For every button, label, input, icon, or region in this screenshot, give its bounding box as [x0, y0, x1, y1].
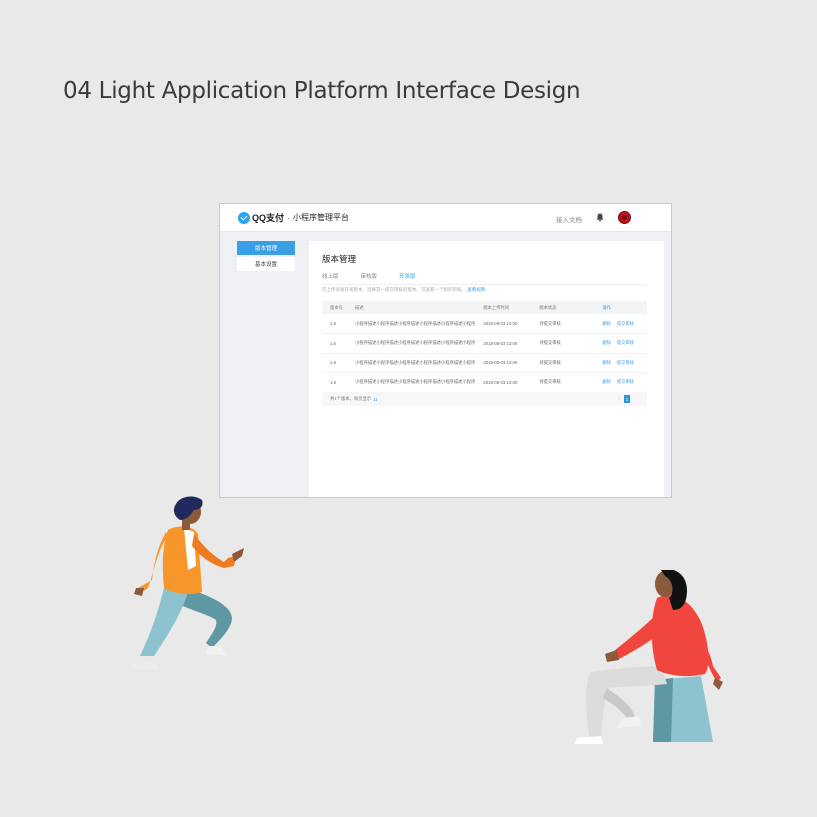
- sitting-person-illustration: [575, 570, 723, 744]
- pager-current-page[interactable]: 1: [624, 395, 630, 403]
- cell-status: 待提交审核: [539, 320, 561, 326]
- cell-version: 1.6: [330, 360, 336, 366]
- main-card: 版本管理 线上版 审核版 开发版 可上传多版开发版本，选择其一提交审核的版本，可…: [309, 241, 664, 497]
- delete-button[interactable]: 删除: [602, 360, 611, 365]
- cell-status: 待提交审核: [539, 379, 561, 385]
- hint-text: 可上传多版开发版本，选择其一提交审核的版本，可查看一个新的审核。 查看规则: [322, 287, 485, 293]
- sidebar-item-basic-settings[interactable]: 基本设置: [237, 257, 295, 271]
- tabs-divider: [322, 284, 647, 285]
- cell-actions: 删除 提交审核: [594, 314, 647, 334]
- header-status: 版本状态: [539, 304, 557, 310]
- cell-description: 小程序描述小程序描述小程序描述小程序描述小程序描述小程序: [355, 340, 476, 346]
- table-footer: 共1个版本，每页显示 11 ‹ 1: [322, 392, 647, 406]
- submit-review-button[interactable]: 提交审核: [617, 379, 634, 384]
- cell-version: 1.6: [330, 379, 336, 385]
- version-table: 版本号 描述 版本上传时间 版本状态 操作 1.6 小程序描述小程序描述小程序描…: [322, 301, 647, 393]
- logo-separator: ·: [287, 212, 291, 223]
- cell-description: 小程序描述小程序描述小程序描述小程序描述小程序描述小程序: [355, 320, 476, 326]
- table-header-row: 版本号 描述 版本上传时间 版本状态 操作: [322, 301, 647, 314]
- submit-review-button[interactable]: 提交审核: [617, 340, 634, 345]
- table-row: 1.6 小程序描述小程序描述小程序描述小程序描述小程序描述小程序 2018-08…: [322, 353, 647, 373]
- cell-status: 待提交审核: [539, 340, 561, 346]
- delete-button[interactable]: 删除: [602, 321, 611, 326]
- cell-time: 2018-08-03 13:00: [483, 340, 518, 346]
- qq-pay-logo-icon: [238, 211, 250, 224]
- cell-version: 1.6: [330, 340, 336, 346]
- page-size-select[interactable]: 11: [373, 397, 377, 402]
- hint-message: 可上传多版开发版本，选择其一提交审核的版本，可查看一个新的审核。: [322, 287, 466, 292]
- footer-text: 共1个版本，每页显示: [330, 396, 372, 401]
- cell-description: 小程序描述小程序描述小程序描述小程序描述小程序描述小程序: [355, 379, 476, 385]
- submit-review-button[interactable]: 提交审核: [617, 360, 634, 365]
- hint-rules-link[interactable]: 查看规则: [467, 287, 485, 292]
- top-bar: QQ支付 · 小程序管理平台 接入文档: [220, 204, 671, 232]
- header-description: 描述: [355, 304, 364, 310]
- header-upload-time: 版本上传时间: [483, 304, 510, 310]
- app-window: QQ支付 · 小程序管理平台 接入文档 版本管理 基本设置 版本管理 线上版 审…: [219, 203, 672, 498]
- header-version: 版本号: [330, 304, 343, 310]
- submit-review-button[interactable]: 提交审核: [617, 321, 634, 326]
- cell-actions: 删除 提交审核: [594, 353, 647, 373]
- table-row: 1.6 小程序描述小程序描述小程序描述小程序描述小程序描述小程序 2018-08…: [322, 334, 647, 354]
- header-actions: 操作: [602, 304, 611, 310]
- avatar[interactable]: [618, 211, 631, 224]
- cell-description: 小程序描述小程序描述小程序描述小程序描述小程序描述小程序: [355, 359, 476, 365]
- sidebar-item-version-management[interactable]: 版本管理: [237, 241, 295, 255]
- logo-brand: QQ支付: [252, 213, 285, 223]
- table-row: 1.6 小程序描述小程序描述小程序描述小程序描述小程序描述小程序 2018-08…: [322, 373, 647, 393]
- pager-prev-icon[interactable]: ‹: [618, 396, 620, 402]
- card-title: 版本管理: [322, 254, 357, 264]
- table-row: 1.6 小程序描述小程序描述小程序描述小程序描述小程序描述小程序 2018-08…: [322, 314, 647, 334]
- walking-person-illustration: [132, 496, 244, 670]
- pagination: ‹ 1: [618, 395, 630, 403]
- cell-status: 待提交审核: [539, 359, 561, 365]
- cell-actions: 删除 提交审核: [594, 373, 647, 393]
- cell-version: 1.6: [330, 321, 336, 326]
- delete-button[interactable]: 删除: [602, 340, 611, 345]
- sidebar: 版本管理 基本设置: [237, 241, 295, 273]
- cell-time: 2018-08-03 13:00: [483, 321, 518, 326]
- page-heading: 04 Light Application Platform Interface …: [63, 78, 581, 104]
- delete-button[interactable]: 删除: [602, 379, 611, 384]
- bell-icon[interactable]: [596, 213, 604, 222]
- doc-link[interactable]: 接入文档: [556, 214, 582, 224]
- cell-actions: 删除 提交审核: [594, 334, 647, 354]
- cell-time: 2018-08-03 13:00: [483, 360, 518, 366]
- cell-time: 2018-08-03 13:00: [483, 379, 518, 385]
- platform-title: 小程序管理平台: [293, 213, 350, 222]
- logo[interactable]: QQ支付 · 小程序管理平台: [238, 211, 349, 224]
